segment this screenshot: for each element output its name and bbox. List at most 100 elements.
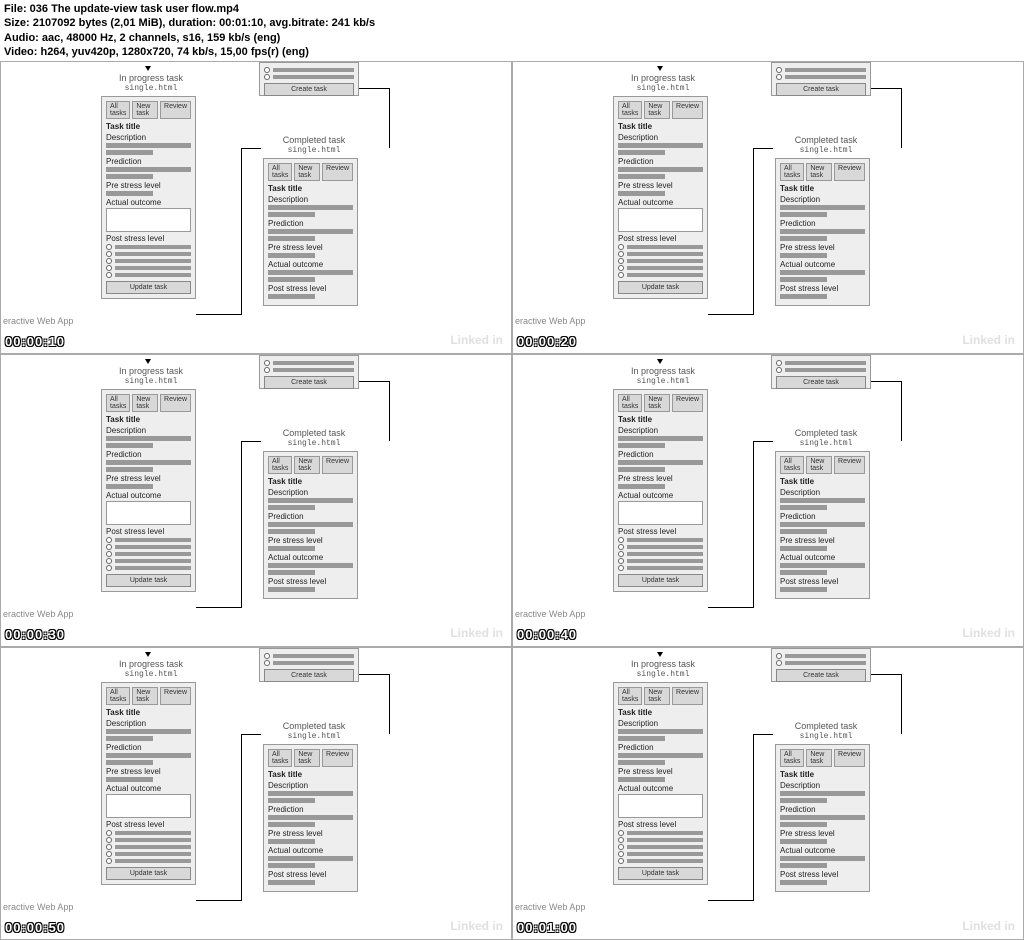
create-card: Create task	[771, 62, 871, 96]
text-bar	[106, 150, 153, 155]
pre-stress-label: Pre stress level	[268, 243, 353, 252]
radio-icon[interactable]	[618, 265, 624, 271]
thumbnail-grid: In progress task single.html Create task…	[0, 61, 1024, 940]
in-progress-sub: single.html	[618, 84, 708, 93]
text-bar	[268, 236, 315, 241]
timestamp: 00:00:40	[517, 627, 577, 642]
file-metadata: File: 036 The update-view task user flow…	[0, 0, 1024, 61]
size-line: Size: 2107092 bytes (2,01 MiB), duration…	[4, 16, 1020, 30]
radio-icon[interactable]	[106, 272, 112, 278]
tab-new-task[interactable]: New task	[644, 101, 670, 119]
watermark: Linked in	[450, 333, 503, 347]
prediction-label: Prediction	[106, 157, 191, 166]
actual-outcome-label: Actual outcome	[268, 260, 353, 269]
radio-icon[interactable]	[618, 258, 624, 264]
create-card: Create task	[771, 648, 871, 682]
watermark: Linked in	[450, 626, 503, 640]
description-label: Description	[268, 195, 353, 204]
completed-header: Completed task	[781, 136, 871, 146]
tab-review[interactable]: Review	[322, 163, 353, 181]
completed-card: All tasksNew taskReviewTask titleDescrip…	[775, 451, 870, 599]
in-progress-card: All tasks New task Review Task title Des…	[101, 96, 196, 299]
actual-outcome-input[interactable]	[618, 794, 703, 818]
create-card: Create task	[259, 355, 359, 389]
text-bar	[268, 294, 315, 299]
actual-outcome-input[interactable]	[618, 501, 703, 525]
tab-all-tasks[interactable]: All tasks	[106, 101, 130, 119]
task-title: Task title	[106, 122, 191, 131]
text-bar	[268, 270, 353, 275]
text-bar	[268, 277, 315, 282]
update-task-button[interactable]: Update task	[106, 281, 191, 294]
create-task-button[interactable]: Create task	[264, 83, 354, 96]
text-bar	[106, 167, 191, 172]
description-label: Description	[618, 133, 703, 142]
actual-outcome-input[interactable]	[106, 794, 191, 818]
description-label: Description	[780, 195, 865, 204]
tab-new-task[interactable]: New task	[132, 101, 158, 119]
frame-4: In progress task single.html Create task…	[512, 354, 1024, 647]
update-task-button[interactable]: Update task	[618, 574, 703, 587]
radio-icon[interactable]	[618, 251, 624, 257]
radio-icon	[776, 74, 782, 80]
actual-outcome-input[interactable]	[618, 208, 703, 232]
tab-review[interactable]: Review	[834, 163, 865, 181]
radio-icon[interactable]	[106, 258, 112, 264]
tab-all-tasks[interactable]: All tasks	[780, 163, 804, 181]
actual-outcome-input[interactable]	[106, 501, 191, 525]
create-task-button[interactable]: Create task	[264, 376, 354, 389]
app-label: eractive Web App	[3, 316, 73, 326]
in-progress-card: All tasksNew taskReviewTask titleDescrip…	[101, 389, 196, 592]
file-line: File: 036 The update-view task user flow…	[4, 2, 1020, 16]
create-card: Create task	[259, 62, 359, 96]
actual-outcome-input[interactable]	[106, 208, 191, 232]
tab-new-task[interactable]: New task	[806, 163, 832, 181]
text-bar	[106, 143, 191, 148]
watermark: Linked in	[962, 626, 1015, 640]
connector	[708, 314, 753, 315]
pre-stress-label: Pre stress level	[780, 243, 865, 252]
tab-review[interactable]: Review	[160, 101, 191, 119]
completed-card: All tasksNew taskReview Task title Descr…	[775, 158, 870, 306]
completed-sub: single.html	[269, 146, 359, 155]
connector	[389, 88, 390, 148]
radio-icon[interactable]	[106, 265, 112, 271]
completed-card: All tasksNew taskReviewTask titleDescrip…	[775, 744, 870, 892]
update-task-button[interactable]: Update task	[106, 867, 191, 880]
actual-outcome-label: Actual outcome	[618, 198, 703, 207]
text-bar	[268, 212, 315, 217]
create-task-button[interactable]: Create task	[264, 669, 354, 682]
timestamp: 00:00:30	[5, 627, 65, 642]
tab-all-tasks[interactable]: All tasks	[618, 101, 642, 119]
in-progress-card: All tasksNew taskReviewTask titleDescrip…	[101, 682, 196, 885]
text-bar	[268, 205, 353, 210]
task-title: Task title	[268, 184, 353, 193]
create-task-button[interactable]: Create task	[776, 83, 866, 96]
flow-arrow-icon	[145, 66, 151, 71]
create-task-button[interactable]: Create task	[776, 669, 866, 682]
flow-arrow-icon	[657, 652, 663, 657]
radio-icon[interactable]	[106, 251, 112, 257]
tab-new-task[interactable]: New task	[294, 163, 320, 181]
radio-icon[interactable]	[618, 244, 624, 250]
connector	[196, 314, 241, 315]
update-task-button[interactable]: Update task	[106, 574, 191, 587]
flow-arrow-icon	[145, 652, 151, 657]
radio-icon[interactable]	[618, 272, 624, 278]
video-line: Video: h264, yuv420p, 1280x720, 74 kb/s,…	[4, 45, 1020, 59]
frame-5: In progress task single.html Create task…	[0, 647, 512, 940]
connector	[241, 148, 242, 315]
update-task-button[interactable]: Update task	[618, 281, 703, 294]
create-card: Create task	[771, 355, 871, 389]
radio-icon[interactable]	[106, 244, 112, 250]
radio-icon	[264, 67, 270, 73]
tab-review[interactable]: Review	[672, 101, 703, 119]
watermark: Linked in	[962, 919, 1015, 933]
connector	[241, 148, 261, 149]
prediction-label: Prediction	[618, 157, 703, 166]
tab-all-tasks[interactable]: All tasks	[268, 163, 292, 181]
update-task-button[interactable]: Update task	[618, 867, 703, 880]
actual-outcome-label: Actual outcome	[780, 260, 865, 269]
connector	[901, 88, 902, 148]
create-task-button[interactable]: Create task	[776, 376, 866, 389]
